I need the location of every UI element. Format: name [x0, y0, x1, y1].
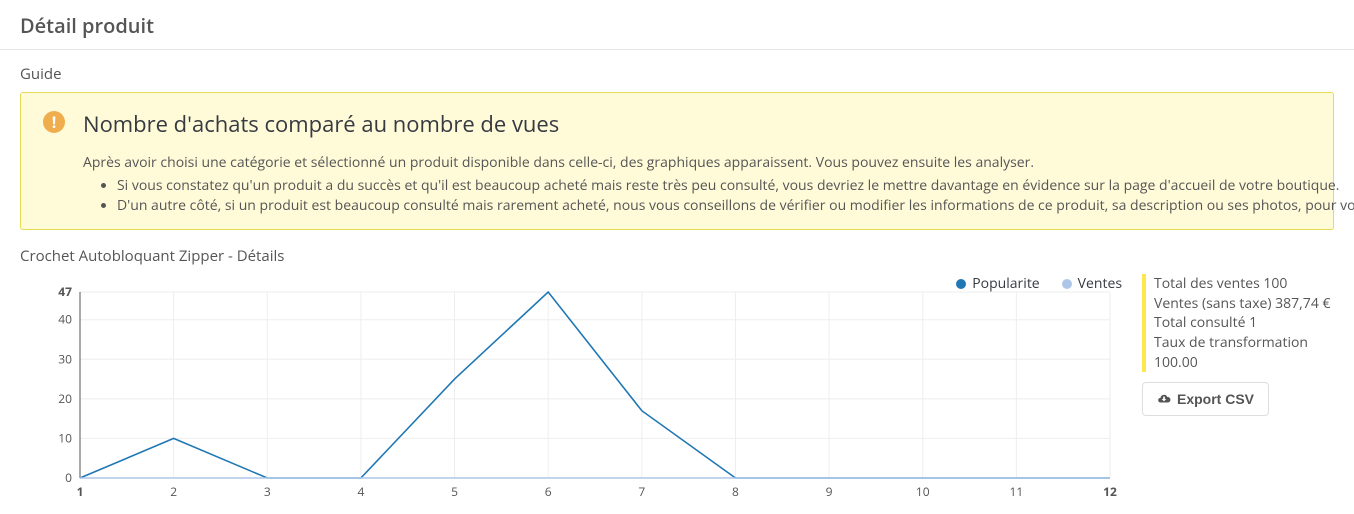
svg-text:11: 11: [1009, 483, 1023, 500]
svg-text:0: 0: [65, 469, 72, 486]
guide-alert: ! Nombre d'achats comparé au nombre de v…: [20, 92, 1334, 230]
legend-label: Ventes: [1078, 274, 1122, 293]
stat-label: Taux de transformation: [1154, 333, 1308, 352]
legend-dot-icon: [956, 279, 966, 289]
stat-label: Ventes (sans taxe): [1154, 294, 1272, 313]
svg-text:47: 47: [58, 283, 72, 300]
guide-body: Nombre d'achats comparé au nombre de vue…: [83, 109, 1354, 215]
svg-text:7: 7: [638, 483, 645, 500]
svg-text:6: 6: [545, 483, 552, 500]
svg-text:5: 5: [451, 483, 458, 500]
line-chart[interactable]: 01020304047123456789101112: [20, 270, 1120, 500]
svg-text:20: 20: [58, 390, 72, 407]
legend-item-popularity[interactable]: Popularite: [956, 274, 1039, 293]
svg-text:40: 40: [58, 311, 72, 328]
export-label: Export CSV: [1177, 391, 1254, 407]
svg-text:4: 4: [357, 483, 364, 500]
svg-text:9: 9: [826, 483, 833, 500]
chart-section-title: Crochet Autobloquant Zipper - Détails: [0, 230, 1354, 270]
guide-intro: Après avoir choisi une catégorie et séle…: [83, 153, 1354, 172]
stat-value: 100: [1263, 274, 1287, 293]
chart-wrapper: Popularite Ventes 0102030404712345678910…: [0, 270, 1354, 500]
stat-label: Total des ventes: [1154, 274, 1260, 293]
guide-title: Nombre d'achats comparé au nombre de vue…: [83, 109, 1354, 139]
guide-bullet: Si vous constatez qu'un produit a du suc…: [117, 176, 1354, 196]
svg-text:8: 8: [732, 483, 739, 500]
stat-value: 387,74 €: [1275, 294, 1330, 313]
svg-text:3: 3: [264, 483, 271, 500]
cloud-download-icon: [1157, 392, 1171, 406]
stat-value: 1: [1249, 313, 1257, 332]
stat-total-sales: Total des ventes 100: [1154, 274, 1334, 294]
svg-text:10: 10: [58, 430, 72, 447]
stats-panel: Total des ventes 100 Ventes (sans taxe) …: [1142, 274, 1334, 372]
stat-value: 100.00: [1154, 353, 1198, 372]
stat-conversion: Taux de transformation 100.00: [1154, 333, 1334, 372]
export-csv-button[interactable]: Export CSV: [1142, 382, 1269, 416]
svg-text:2: 2: [170, 483, 177, 500]
svg-text:1: 1: [77, 483, 84, 500]
side-panel-container: Total des ventes 100 Ventes (sans taxe) …: [1130, 270, 1334, 500]
chart-area: Popularite Ventes 0102030404712345678910…: [20, 270, 1130, 500]
stat-total-viewed: Total consulté 1: [1154, 313, 1334, 333]
stat-label: Total consulté: [1154, 313, 1245, 332]
page-title: Détail produit: [0, 0, 1354, 50]
legend-item-sales[interactable]: Ventes: [1062, 274, 1122, 293]
svg-text:30: 30: [58, 350, 72, 367]
stat-sales-no-tax: Ventes (sans taxe) 387,74 €: [1154, 294, 1334, 314]
guide-bullets: Si vous constatez qu'un produit a du suc…: [83, 176, 1354, 215]
svg-text:12: 12: [1103, 483, 1117, 500]
legend-label: Popularite: [972, 274, 1039, 293]
guide-bullet: D'un autre côté, si un produit est beauc…: [117, 196, 1354, 216]
legend-dot-icon: [1062, 279, 1072, 289]
warning-icon: !: [43, 111, 65, 133]
chart-legend: Popularite Ventes: [956, 274, 1122, 293]
svg-text:10: 10: [916, 483, 930, 500]
guide-heading: Guide: [0, 50, 1354, 92]
